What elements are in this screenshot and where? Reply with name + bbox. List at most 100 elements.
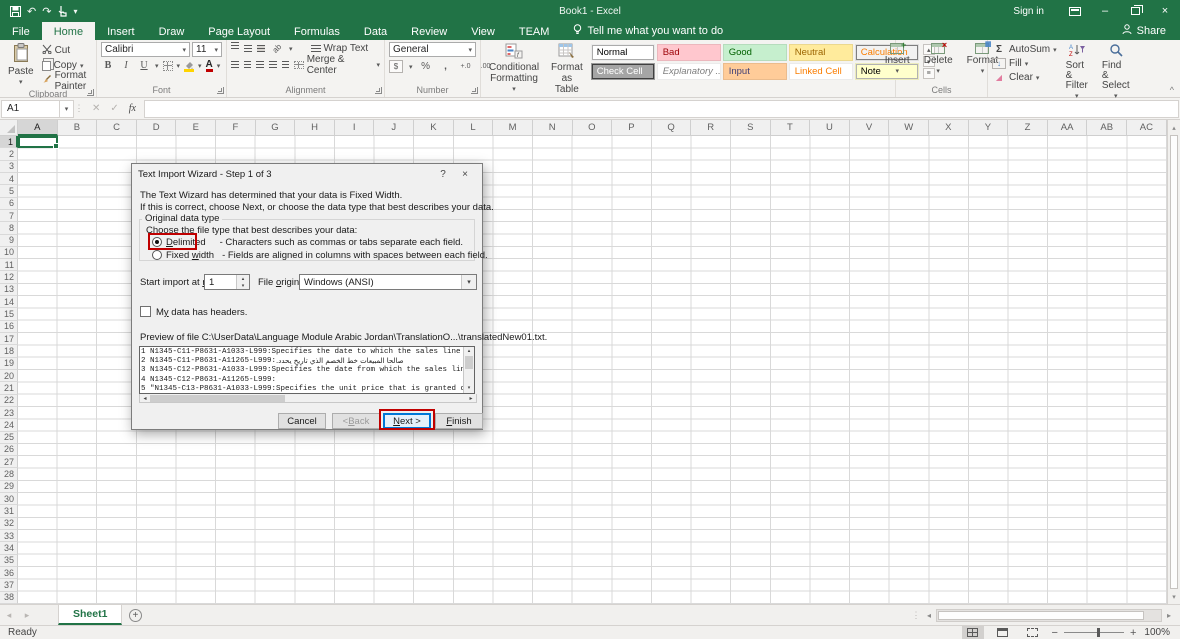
merge-center-button[interactable]: Merge & Center ▾ [294,58,380,71]
accounting-dropdown-icon[interactable]: ▾ [409,63,413,71]
alignment-dialog-launcher-icon[interactable] [375,87,382,94]
insert-cells-button[interactable]: + Insert ▾ [880,42,915,76]
row-header-24[interactable]: 24 [0,419,18,431]
column-header-p[interactable]: P [612,120,652,136]
column-header-t[interactable]: T [771,120,811,136]
row-header-11[interactable]: 11 [0,259,18,271]
cell-style-explanatory[interactable]: Explanatory ... [657,63,721,80]
zoom-slider[interactable] [1064,632,1124,633]
insert-function-icon[interactable]: fx [129,103,136,114]
vertical-scrollbar[interactable]: ▴ ▾ [1167,120,1180,604]
file-origin-dropdown-icon[interactable]: ▾ [461,275,476,289]
spinner-down-icon[interactable]: ▾ [237,282,249,289]
touch-mouse-mode-icon[interactable] [57,5,67,17]
preview-vscroll-thumb[interactable] [465,356,473,369]
cut-button[interactable]: Cut [42,44,92,57]
row-header-5[interactable]: 5 [0,185,18,197]
column-header-r[interactable]: R [691,120,731,136]
save-icon[interactable] [10,6,21,17]
row-header-15[interactable]: 15 [0,308,18,320]
new-sheet-button[interactable]: + [122,605,148,625]
preview-scroll-down-icon[interactable]: ▾ [464,384,474,393]
column-header-s[interactable]: S [731,120,771,136]
cell-style-linked-cell[interactable]: Linked Cell [789,63,853,80]
minimize-icon[interactable]: – [1090,0,1120,22]
row-header-22[interactable]: 22 [0,395,18,407]
column-header-aa[interactable]: AA [1048,120,1088,136]
column-header-o[interactable]: O [573,120,613,136]
row-header-13[interactable]: 13 [0,284,18,296]
clipboard-dialog-launcher-icon[interactable] [87,89,94,96]
column-header-y[interactable]: Y [969,120,1009,136]
row-header-28[interactable]: 28 [0,468,18,480]
tab-draw[interactable]: Draw [147,22,197,40]
cancel-button[interactable]: Cancel [278,413,326,429]
conditional-formatting-button[interactable]: f Conditional Formatting ▾ [485,42,543,96]
column-header-ab[interactable]: AB [1087,120,1127,136]
column-header-k[interactable]: K [414,120,454,136]
column-header-a[interactable]: A [18,120,58,136]
number-dialog-launcher-icon[interactable] [471,87,478,94]
column-header-e[interactable]: E [176,120,216,136]
font-dialog-launcher-icon[interactable] [217,87,224,94]
preview-scroll-right-icon[interactable]: ▸ [466,395,476,402]
row-header-6[interactable]: 6 [0,198,18,210]
column-header-x[interactable]: X [929,120,969,136]
tab-file[interactable]: File [0,22,42,40]
percent-style-icon[interactable]: % [419,60,433,73]
align-top-icon[interactable] [231,42,239,49]
increase-indent-icon[interactable] [282,61,290,68]
row-header-35[interactable]: 35 [0,555,18,567]
column-header-d[interactable]: D [137,120,177,136]
preview-hscroll-thumb[interactable] [150,395,285,402]
next-button[interactable]: Next > [383,413,431,429]
font-color-icon[interactable]: A [206,60,213,72]
sheet-nav-right-icon[interactable]: ▸ [18,605,36,625]
horizontal-scrollbar[interactable]: ◂ ▸ [922,605,1180,625]
row-header-2[interactable]: 2 [0,148,18,160]
row-header-7[interactable]: 7 [0,210,18,222]
row-header-21[interactable]: 21 [0,382,18,394]
row-header-30[interactable]: 30 [0,493,18,505]
row-header-17[interactable]: 17 [0,333,18,345]
row-header-14[interactable]: 14 [0,296,18,308]
comma-style-icon[interactable]: , [439,60,453,73]
tab-team[interactable]: TEAM [507,22,562,40]
row-header-34[interactable]: 34 [0,542,18,554]
row-header-20[interactable]: 20 [0,370,18,382]
column-header-j[interactable]: J [374,120,414,136]
find-select-button[interactable]: Find & Select ▾ [1097,42,1135,101]
dialog-help-icon[interactable]: ? [432,169,454,180]
row-header-3[interactable]: 3 [0,161,18,173]
column-header-ac[interactable]: AC [1127,120,1167,136]
row-header-32[interactable]: 32 [0,518,18,530]
accounting-format-icon[interactable]: $ [389,60,403,73]
dialog-close-icon[interactable]: × [454,169,476,180]
horizontal-scroll-thumb[interactable] [938,611,1144,620]
number-format-combo[interactable]: General ▾ [389,42,476,57]
scroll-left-icon[interactable]: ◂ [922,611,936,620]
scroll-up-icon[interactable]: ▴ [1168,120,1180,135]
column-header-z[interactable]: Z [1008,120,1048,136]
name-box-splitter[interactable]: ⋮ [74,103,84,114]
align-left-icon[interactable] [231,61,239,68]
row-header-33[interactable]: 33 [0,530,18,542]
start-row-value[interactable]: 1 [205,275,236,289]
row-header-19[interactable]: 19 [0,358,18,370]
format-painter-button[interactable]: Format Painter [42,74,92,87]
row-header-1[interactable]: 1 [0,136,18,148]
page-layout-view-button[interactable] [992,626,1014,639]
paste-button[interactable]: Paste ▾ [4,42,38,89]
align-center-icon[interactable] [244,61,252,68]
align-bottom-icon[interactable] [257,45,265,52]
tab-scroll-splitter[interactable]: ⋮ [910,605,922,625]
column-header-n[interactable]: N [533,120,573,136]
borders-icon[interactable] [163,61,173,71]
font-size-combo[interactable]: 11 ▾ [192,42,222,57]
tab-insert[interactable]: Insert [95,22,147,40]
cell-style-neutral[interactable]: Neutral [789,44,853,61]
finish-button[interactable]: Finish [435,413,483,429]
enter-entry-icon[interactable]: ✓ [110,103,118,114]
fixed-width-radio[interactable] [152,250,162,260]
preview-scroll-left-icon[interactable]: ◂ [140,395,150,402]
